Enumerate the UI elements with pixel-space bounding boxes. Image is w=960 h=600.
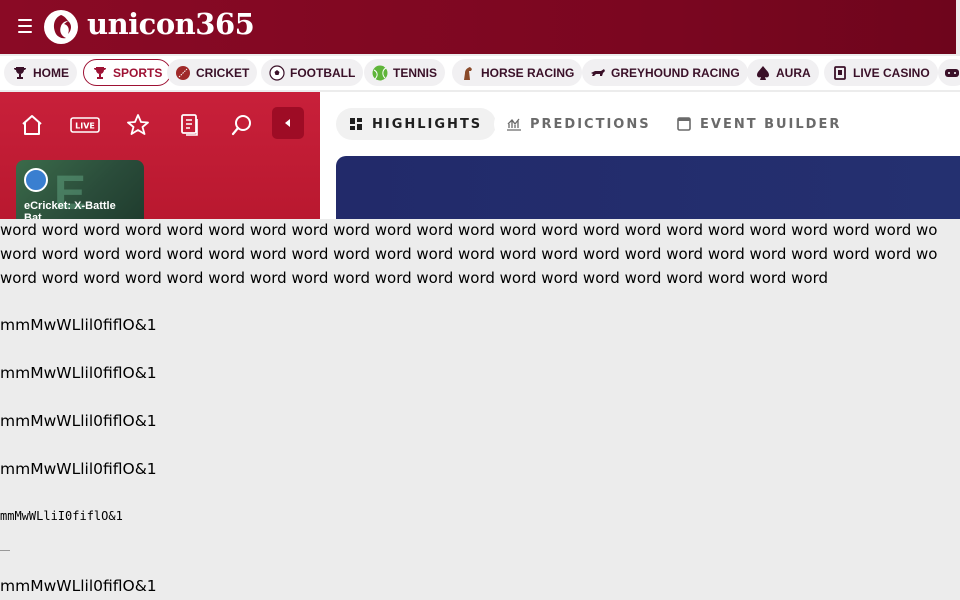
trophy-icon <box>92 65 108 81</box>
nav-item-label: FOOTBALL <box>290 65 356 80</box>
star-icon[interactable] <box>125 112 151 138</box>
word-line: word word word word word word word word … <box>0 221 938 239</box>
nav-item-label: CRICKET <box>196 65 250 80</box>
chart-icon <box>506 116 522 132</box>
tab-label: HIGHLIGHTS <box>372 116 483 132</box>
caret-left-icon <box>285 119 290 127</box>
promo-banner[interactable] <box>336 156 960 220</box>
tab-label: PREDICTIONS <box>530 116 651 132</box>
font-sample: mmMwWLlil0fiflO&1 <box>0 364 157 382</box>
horse-icon <box>460 65 476 81</box>
tennis-ball-icon <box>372 65 388 81</box>
font-sample-mono: mmMwWLliI0fiflO&1 <box>0 509 123 523</box>
nav-item-label: LIVE CASINO <box>853 65 930 80</box>
tab-event-builder[interactable]: EVENT BUILDER <box>664 108 856 140</box>
nav-item-sports[interactable]: SPORTS <box>83 59 172 86</box>
nav-item-label: GREYHOUND RACING <box>611 65 740 80</box>
football-icon <box>269 64 285 81</box>
grid-icon <box>348 116 364 132</box>
nav-item-label: TENNIS <box>393 65 438 80</box>
word-line: word word word word word word word word … <box>0 269 828 287</box>
collapse-panel-button[interactable] <box>272 107 304 139</box>
nav-item-football[interactable]: FOOTBALL <box>261 59 364 86</box>
nav-item-label: HOME <box>33 65 69 80</box>
text-sample-area: word word word word word word word word … <box>0 219 960 600</box>
sports-nav: HOME SPORTS CRICKET FOOTBALL TENNIS HORS… <box>0 56 960 90</box>
tab-highlights[interactable]: HIGHLIGHTS <box>336 108 497 140</box>
betslip-icon[interactable] <box>178 112 204 138</box>
app: unicon365 HOME SPORTS CRICKET FOOTBALL T… <box>0 0 960 600</box>
spade-icon <box>755 65 771 81</box>
menu-icon[interactable] <box>18 19 32 33</box>
nav-item-more[interactable] <box>938 59 960 86</box>
divider <box>0 550 10 551</box>
search-icon[interactable] <box>229 112 255 138</box>
calendar-icon <box>676 116 692 132</box>
nav-item-tennis[interactable]: TENNIS <box>364 59 446 86</box>
nav-item-home[interactable]: HOME <box>4 59 77 86</box>
nav-item-label: HORSE RACING <box>481 65 575 80</box>
font-sample: mmMwWLlil0fiflO&1 <box>0 412 157 430</box>
card-title: eCricket: X-Battle Bat... <box>24 200 116 220</box>
header-bar: unicon365 <box>0 0 956 54</box>
live-icon[interactable]: LIVE <box>70 112 100 138</box>
brand-logo-icon[interactable] <box>44 10 78 44</box>
globe-icon <box>24 168 48 192</box>
nav-item-cricket[interactable]: CRICKET <box>167 59 258 86</box>
nav-item-greyhound-racing[interactable]: GREYHOUND RACING <box>582 59 748 86</box>
nav-item-horse-racing[interactable]: HORSE RACING <box>452 59 583 86</box>
word-line: word word word word word word word word … <box>0 245 938 263</box>
font-sample: mmMwWLlil0fiflO&1 <box>0 577 157 595</box>
nav-item-aura[interactable]: AURA <box>747 59 819 86</box>
nav-item-label: SPORTS <box>113 65 163 80</box>
tab-predictions[interactable]: PREDICTIONS <box>494 108 665 140</box>
event-card[interactable]: E eCricket: X-Battle Bat... <box>16 160 144 220</box>
live-label: LIVE <box>75 122 95 131</box>
nav-item-label: AURA <box>776 65 811 80</box>
side-panel: LIVE E eCricket: X-Battle Bat... <box>0 92 320 220</box>
tab-label: EVENT BUILDER <box>700 116 842 132</box>
home-icon[interactable] <box>19 112 45 138</box>
trophy-icon <box>12 65 28 81</box>
greyhound-icon <box>590 65 606 81</box>
cricket-ball-icon <box>175 65 191 81</box>
brand-name[interactable]: unicon365 <box>87 7 255 41</box>
nav-item-live-casino[interactable]: LIVE CASINO <box>824 59 938 86</box>
content-area: HIGHLIGHTS PREDICTIONS EVENT BUILDER <box>320 92 960 220</box>
font-sample: mmMwWLlil0fiflO&1 <box>0 316 157 334</box>
font-sample: mmMwWLlil0fiflO&1 <box>0 460 157 478</box>
cards-icon <box>832 65 848 81</box>
game-controller-icon <box>944 65 960 81</box>
